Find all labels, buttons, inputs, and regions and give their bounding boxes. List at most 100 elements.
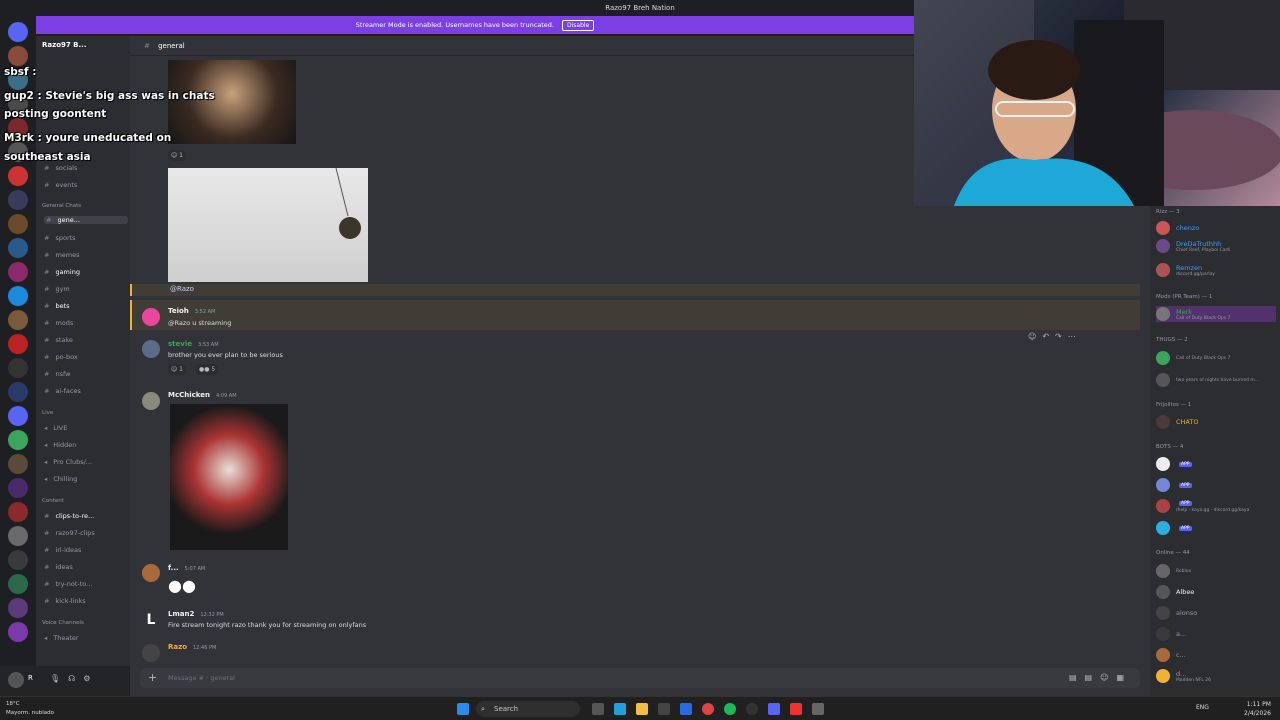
image-attachment[interactable]: [170, 404, 288, 550]
server-icon[interactable]: [8, 622, 28, 642]
weather-widget[interactable]: 18°C Mayorm. nublado: [6, 700, 54, 718]
channel-general[interactable]: # gene...: [44, 216, 128, 224]
message-author[interactable]: Lman2 12:32 PM: [168, 610, 224, 618]
file-explorer-icon[interactable]: [636, 703, 648, 715]
channel-clips-to-review[interactable]: # clips-to-re...: [44, 512, 94, 520]
edge-icon[interactable]: [614, 703, 626, 715]
mention[interactable]: @Razo: [170, 285, 194, 293]
member-row[interactable]: chenzo: [1156, 220, 1199, 236]
member-row[interactable]: Remzen discord.gg/parlay: [1156, 262, 1215, 278]
avatar[interactable]: [142, 308, 160, 326]
avatar[interactable]: [142, 392, 160, 410]
channel-ideas[interactable]: # ideas: [44, 563, 73, 571]
server-icon[interactable]: [8, 526, 28, 546]
server-icon[interactable]: [8, 478, 28, 498]
channel-kick-links[interactable]: # kick-links: [44, 597, 86, 605]
member-row[interactable]: c...: [1156, 647, 1186, 663]
server-icon[interactable]: [8, 238, 28, 258]
server-name[interactable]: Razo97 B...: [42, 41, 87, 49]
forward-icon[interactable]: ↷: [1055, 332, 1062, 344]
music-icon[interactable]: [790, 703, 802, 715]
discord-icon[interactable]: [768, 703, 780, 715]
taskbar-search[interactable]: ⌕ Search: [476, 701, 580, 717]
channel-memes[interactable]: # memes: [44, 251, 80, 259]
channel-nsfw[interactable]: # nsfw: [44, 370, 70, 378]
server-icon[interactable]: [8, 382, 28, 402]
message-input[interactable]: + Message # · general ▤▤☺▦: [140, 668, 1140, 688]
message-author[interactable]: f... 5:07 AM: [168, 564, 205, 572]
server-icon[interactable]: [8, 46, 28, 66]
message-author[interactable]: stevie 3:53 AM: [168, 340, 219, 348]
server-icon[interactable]: [8, 406, 28, 426]
avatar[interactable]: [142, 340, 160, 358]
member-row[interactable]: d... Madden NFL 26: [1156, 668, 1211, 684]
server-icon[interactable]: [8, 334, 28, 354]
channel-try-not-to[interactable]: # try-not-to...: [44, 580, 92, 588]
windows-start-icon[interactable]: [457, 703, 469, 715]
channel-pro-clubs[interactable]: ◂ Pro Clubs/...: [44, 458, 92, 466]
category-live[interactable]: Live: [42, 410, 53, 416]
channel-hidden[interactable]: ◂ Hidden: [44, 441, 76, 449]
server-icon[interactable]: [8, 574, 28, 594]
app-icon[interactable]: [680, 703, 692, 715]
category-general-chats[interactable]: General Chats: [42, 203, 81, 209]
server-icon[interactable]: [8, 430, 28, 450]
server-icon[interactable]: [8, 358, 28, 378]
reaction[interactable]: ☺ 1: [168, 364, 186, 375]
member-row[interactable]: Call of Duty Black Ops 7: [1156, 350, 1230, 366]
member-row[interactable]: two years of nights have burned m...: [1156, 372, 1259, 388]
category-content[interactable]: Content: [42, 498, 64, 504]
channel-irl-ideas[interactable]: # irl-ideas: [44, 546, 81, 554]
member-row[interactable]: APP: [1156, 477, 1192, 493]
reaction[interactable]: ●● 5: [196, 364, 219, 375]
server-icon[interactable]: [8, 286, 28, 306]
disable-streamer-mode-button[interactable]: Disable: [561, 19, 595, 31]
channel-gym[interactable]: # gym: [44, 285, 70, 293]
channel-theater[interactable]: ◂ Theater: [44, 634, 79, 642]
spotify-icon[interactable]: [724, 703, 736, 715]
server-icon[interactable]: [8, 502, 28, 522]
channel-po-box[interactable]: # po-box: [44, 353, 78, 361]
chrome-icon[interactable]: [702, 703, 714, 715]
channel-live[interactable]: ◂ LIVE: [44, 424, 67, 432]
server-icon[interactable]: [8, 598, 28, 618]
server-icon[interactable]: [8, 310, 28, 330]
member-row[interactable]: DreDaTruthhh Chief Reef, Playboi Carti: [1156, 238, 1230, 254]
server-icon[interactable]: [8, 214, 28, 234]
message-author[interactable]: McChicken 4:09 AM: [168, 391, 237, 399]
store-icon[interactable]: [658, 703, 670, 715]
reply-icon[interactable]: ↶: [1042, 332, 1049, 344]
avatar[interactable]: [8, 672, 24, 688]
add-attachment-icon[interactable]: +: [148, 668, 157, 688]
avatar[interactable]: [142, 564, 160, 582]
server-icon[interactable]: [8, 262, 28, 282]
obs-icon[interactable]: [746, 703, 758, 715]
avatar[interactable]: [142, 644, 160, 662]
member-row[interactable]: APP: [1156, 520, 1192, 536]
app-icon[interactable]: [812, 703, 824, 715]
channel-ai-faces[interactable]: # ai-faces: [44, 387, 81, 395]
channel-bets[interactable]: # bets: [44, 302, 70, 310]
category-voice-channels[interactable]: Voice Channels: [42, 620, 84, 626]
avatar[interactable]: L: [142, 612, 160, 630]
reaction-add-icon[interactable]: ☺: [1028, 332, 1036, 344]
message-author[interactable]: Teioh 3:52 AM: [168, 307, 215, 315]
channel-razo97-clips[interactable]: # razo97-clips: [44, 529, 95, 537]
server-icon[interactable]: [8, 550, 28, 570]
channel-gaming[interactable]: # gaming: [44, 268, 80, 276]
server-icon[interactable]: [8, 166, 28, 186]
server-icon[interactable]: [8, 190, 28, 210]
user-controls-icons[interactable]: 🎙☊⚙: [50, 674, 98, 683]
channel-sports[interactable]: # sports: [44, 234, 76, 242]
member-row[interactable]: Merk Call of Duty Black Ops 7: [1156, 306, 1276, 322]
channel-events[interactable]: # events: [44, 181, 77, 189]
home-icon[interactable]: [8, 22, 28, 42]
channel-chilling[interactable]: ◂ Chilling: [44, 475, 77, 483]
channel-mods[interactable]: # mods: [44, 319, 73, 327]
member-row[interactable]: Roblox: [1156, 563, 1191, 579]
member-row[interactable]: APP: [1156, 456, 1192, 472]
task-view-icon[interactable]: [592, 703, 604, 715]
message-author[interactable]: Razo 12:46 PM: [168, 643, 216, 651]
member-row[interactable]: alonso: [1156, 605, 1197, 621]
member-row[interactable]: APP/help · kaya.gg · discord.gg/kaya: [1156, 498, 1249, 514]
